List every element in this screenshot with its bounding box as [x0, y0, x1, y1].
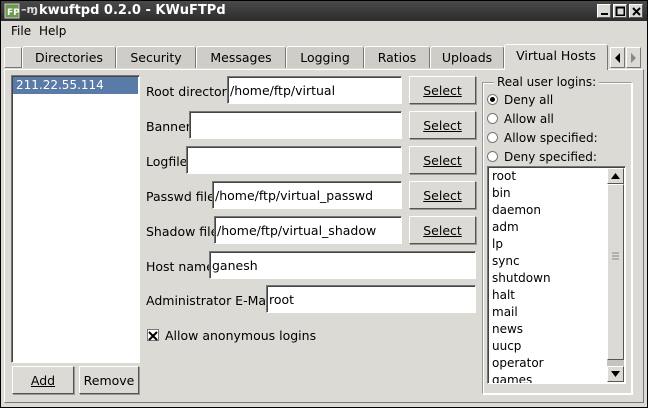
host-list-item[interactable]: 211.22.55.114 [13, 77, 138, 94]
menu-file[interactable]: File [11, 24, 31, 38]
arrow-right-icon [631, 53, 636, 63]
select-label: Select [423, 83, 462, 98]
scroll-down-button[interactable] [607, 366, 624, 382]
tab-uploads[interactable]: Uploads [430, 46, 504, 68]
list-item[interactable]: adm [492, 220, 519, 234]
select-label: Select [423, 153, 462, 168]
select-label: Select [423, 223, 462, 238]
select-shadow-file-button[interactable]: Select [409, 216, 476, 244]
radio-deny-specified[interactable]: Deny specified: [487, 150, 597, 164]
radio-allow-specified-label: Allow specified: [504, 131, 598, 145]
tab-ratios[interactable]: Ratios [364, 46, 430, 68]
maximize-button[interactable] [613, 4, 627, 18]
passwd-file-label: Passwd file: [146, 189, 220, 204]
scroll-thumb[interactable] [607, 184, 624, 360]
passwd-file-input[interactable]: /home/ftp/virtual_passwd [212, 181, 402, 209]
anonymous-logins-checkbox[interactable] [147, 329, 159, 341]
banner-label: Banner: [146, 119, 195, 134]
root-directory-label: Root directory: [146, 84, 238, 99]
radio-deny-all-label: Deny all [504, 93, 554, 107]
list-item[interactable]: lp [492, 237, 503, 251]
radio-allow-specified[interactable]: Allow specified: [487, 131, 598, 145]
add-host-button[interactable]: Add [12, 366, 74, 394]
tab-scroll-stub [4, 47, 22, 68]
list-item[interactable]: sync [492, 254, 520, 268]
list-item[interactable]: halt [492, 288, 515, 302]
window-title: kwuftpd 0.2.0 - KWuFTPd [39, 3, 226, 18]
title-separator-icon: –ɱ [21, 3, 38, 16]
close-button[interactable] [629, 4, 643, 18]
admin-email-input[interactable]: root [266, 285, 476, 313]
list-item[interactable]: news [492, 322, 523, 336]
grip-icon [612, 252, 619, 260]
list-item[interactable]: bin [492, 186, 511, 200]
radio-deny-all[interactable]: Deny all [487, 93, 553, 107]
select-root-directory-button[interactable]: Select [409, 76, 476, 104]
checkmark-icon [148, 331, 158, 341]
select-label: Select [423, 188, 462, 203]
shadow-file-label: Shadow file: [146, 224, 223, 239]
logfile-label: Logfile: [146, 154, 192, 169]
user-list-scrollbar[interactable] [607, 168, 624, 382]
select-label: Select [423, 118, 462, 133]
root-directory-input[interactable]: /home/ftp/virtual [227, 76, 402, 104]
anonymous-logins-label: Allow anonymous logins [165, 328, 317, 343]
scroll-up-button[interactable] [607, 168, 624, 184]
radio-button-icon [487, 113, 498, 124]
arrow-up-icon [611, 173, 620, 179]
add-host-label: Add [30, 373, 56, 388]
list-item[interactable]: mail [492, 305, 518, 319]
select-passwd-file-button[interactable]: Select [409, 181, 476, 209]
tab-directories[interactable]: Directories [22, 46, 116, 68]
tab-scroll-right-button[interactable] [626, 47, 641, 68]
logfile-input[interactable] [186, 146, 402, 174]
radio-allow-all-label: Allow all [504, 112, 554, 126]
select-logfile-button[interactable]: Select [409, 146, 476, 174]
radio-button-icon [487, 132, 498, 143]
list-item[interactable]: games [492, 373, 532, 383]
radio-allow-all[interactable]: Allow all [487, 112, 554, 126]
list-item[interactable]: operator [492, 356, 544, 370]
tab-security[interactable]: Security [116, 46, 196, 68]
shadow-file-input[interactable]: /home/ftp/virtual_shadow [214, 216, 402, 244]
tab-messages[interactable]: Messages [196, 46, 286, 68]
host-list[interactable]: 211.22.55.114 [11, 75, 140, 363]
radio-deny-specified-label: Deny specified: [504, 150, 597, 164]
minimize-button[interactable] [597, 4, 611, 18]
real-user-logins-title: Real user logins: [494, 75, 600, 89]
title-bar[interactable]: FP –ɱ kwuftpd 0.2.0 - KWuFTPd [1, 1, 647, 21]
select-banner-button[interactable]: Select [409, 111, 476, 139]
svg-text:FP: FP [7, 8, 20, 18]
radio-button-icon [487, 151, 498, 162]
menu-help[interactable]: Help [39, 24, 66, 38]
host-name-label: Host name: [146, 259, 219, 274]
banner-input[interactable] [189, 111, 402, 139]
tab-virtual-hosts[interactable]: Virtual Hosts [504, 44, 608, 70]
radio-button-icon [487, 94, 498, 105]
admin-email-label: Administrator E-Mail: [146, 293, 278, 308]
user-list[interactable]: root bin daemon adm lp sync shutdown hal… [487, 166, 626, 384]
list-item[interactable]: shutdown [492, 271, 551, 285]
remove-host-label: Remove [83, 373, 135, 388]
remove-host-button[interactable]: Remove [79, 366, 139, 394]
arrow-left-icon [615, 53, 620, 63]
menu-bar: File Help [1, 21, 647, 43]
list-item[interactable]: uucp [492, 339, 521, 353]
tab-logging[interactable]: Logging [286, 46, 364, 68]
app-icon[interactable]: FP [4, 3, 20, 19]
list-item[interactable]: daemon [492, 203, 541, 217]
arrow-down-icon [611, 371, 620, 377]
host-name-input[interactable]: ganesh [209, 251, 476, 279]
list-item[interactable]: root [492, 169, 516, 183]
tab-scroll-left-button[interactable] [610, 47, 625, 68]
